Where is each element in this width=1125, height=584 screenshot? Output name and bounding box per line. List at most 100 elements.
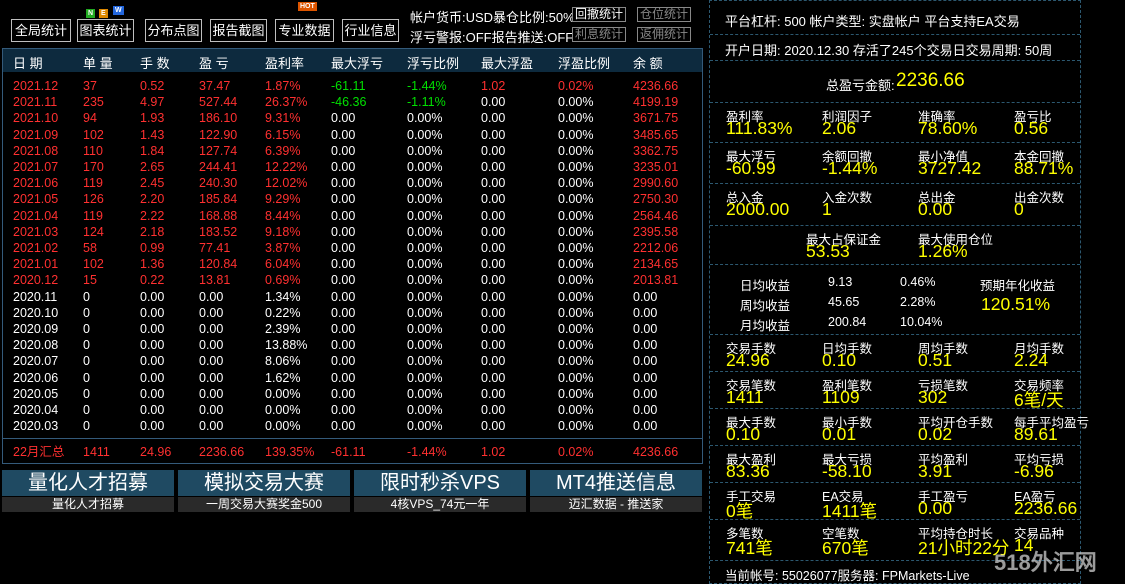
- table-cell: 0.00%: [558, 419, 594, 434]
- table-row[interactable]: 2021.06 119 2.45 240.30 12.02% 0.00 0.00% 0.00 0…: [3, 175, 702, 191]
- table-row[interactable]: 2021.02 58 0.99 77.41 3.87% 0.00 0.00% 0.00 0.00…: [3, 240, 702, 256]
- table-cell: 0.00%: [558, 273, 594, 288]
- table-cell: 240.30: [199, 176, 238, 191]
- table-cell: 0.00: [331, 208, 356, 223]
- table-cell: 0.00: [331, 273, 356, 288]
- table-cell: 0.00%: [265, 419, 301, 434]
- account-currency-line: 帐户货币:USD暴仓比例:50%: [410, 10, 575, 25]
- table-cell: 2021.05: [13, 192, 59, 207]
- avg-pl-per-lot-value: 89.61: [1014, 424, 1058, 444]
- column-header[interactable]: 手 数: [140, 53, 170, 72]
- table-cell: 0.00: [331, 257, 356, 272]
- table-row[interactable]: 2021.03 124 2.18 183.52 9.18% 0.00 0.00% 0.00 0.…: [3, 224, 702, 240]
- table-cell: 0.00: [331, 143, 356, 158]
- total-trades-value: 1411: [726, 387, 764, 407]
- table-row[interactable]: 2020.05 0 0.00 0.00 0.00% 0.00 0.00% 0.00 0.00% 0…: [3, 386, 702, 402]
- table-cell: -46.36: [331, 95, 367, 110]
- table-row[interactable]: 2020.04 0 0.00 0.00 0.00% 0.00 0.00% 0.00 0.00% 0…: [3, 402, 702, 418]
- table-cell: 102: [83, 127, 104, 142]
- column-header[interactable]: 浮盈比例: [558, 53, 610, 72]
- left-panel: 全局统计 图表统计 N E W 分布点图 报告截图 专业数据 HOT 行业信息 …: [0, 0, 706, 584]
- table-cell: 0.00: [199, 338, 224, 353]
- table-row[interactable]: 2020.07 0 0.00 0.00 8.06% 0.00 0.00% 0.00 0.00% 0…: [3, 353, 702, 369]
- long-trades-value: 741笔: [726, 538, 773, 558]
- distribution-chart-button[interactable]: 分布点图: [145, 19, 202, 42]
- industry-info-button[interactable]: 行业信息: [342, 19, 399, 42]
- table-row[interactable]: 2020.11 0 0.00 0.00 1.34% 0.00 0.00% 0.00 0.00% 0…: [3, 289, 702, 305]
- promo-vps[interactable]: 限时秒杀VPS 4核VPS_74元一年: [354, 470, 526, 512]
- table-row[interactable]: 2021.07 170 2.65 244.41 12.22% 0.00 0.00% 0.00 0…: [3, 159, 702, 175]
- table-row[interactable]: 2021.11 235 4.97 527.44 26.37% -46.36 -1.11% 0.…: [3, 94, 702, 110]
- table-cell: 4.97: [140, 95, 165, 110]
- table-row[interactable]: 2020.06 0 0.00 0.00 1.62% 0.00 0.00% 0.00 0.00% 0…: [3, 370, 702, 386]
- monthly-lots-value: 2.24: [1014, 350, 1049, 370]
- column-header[interactable]: 余 额: [633, 53, 663, 72]
- column-header[interactable]: 单 量: [83, 53, 113, 72]
- table-cell: 2212.06: [633, 241, 679, 255]
- table-row[interactable]: 2020.08 0 0.00 0.00 13.88% 0.00 0.00% 0.00 0.00%…: [3, 337, 702, 353]
- column-header[interactable]: 浮亏比例: [407, 53, 459, 72]
- report-screenshot-button[interactable]: 报告截图: [210, 19, 267, 42]
- table-cell: 0.00: [481, 111, 506, 126]
- table-cell: 0.00: [481, 127, 506, 142]
- column-header[interactable]: 日 期: [13, 53, 43, 72]
- total-pl-label: 总盈亏金额:: [826, 78, 895, 93]
- table-cell: 1.93: [140, 111, 165, 126]
- table-cell: 168.88: [199, 208, 238, 223]
- table-cell: 0.00%: [558, 208, 594, 223]
- table-cell: 2.18: [140, 224, 165, 239]
- pro-data-button[interactable]: 专业数据: [275, 19, 334, 42]
- table-row[interactable]: 2020.03 0 0.00 0.00 0.00% 0.00 0.00% 0.00 0.00% 0…: [3, 418, 702, 434]
- table-cell: 0.00%: [558, 95, 594, 110]
- table-cell: 0.00: [199, 419, 224, 434]
- max-loss-value: -58.10: [822, 461, 872, 481]
- promo-subtitle: 一周交易大赛奖金500: [178, 497, 350, 512]
- promo-talent[interactable]: 量化人才招募 量化人才招募: [2, 470, 174, 512]
- interest-stats-button[interactable]: 利息统计: [572, 27, 627, 42]
- table-cell: 0.00: [481, 419, 506, 434]
- table-cell: 0.00: [331, 241, 356, 255]
- table-row[interactable]: 2020.09 0 0.00 0.00 2.39% 0.00 0.00% 0.00 0.00% 0…: [3, 321, 702, 337]
- table-cell: 0.00%: [407, 354, 443, 369]
- global-stats-button[interactable]: 全局统计: [11, 19, 71, 42]
- table-cell: -61.11: [331, 79, 366, 93]
- withdraw-stats-button[interactable]: 回撤统计: [572, 7, 627, 22]
- stats-row-g6: 交易笔数 1411 盈利笔数 1109 亏损笔数 302 交易频率 6笔/天: [710, 372, 1080, 410]
- table-cell: 127.74: [199, 143, 238, 158]
- winning-trades-value: 1109: [822, 387, 860, 407]
- table-row[interactable]: 2021.01 102 1.36 120.84 6.04% 0.00 0.00% 0.00 0.…: [3, 256, 702, 272]
- table-cell: 15: [83, 273, 97, 288]
- table-cell: 0.00: [481, 224, 506, 239]
- table-row[interactable]: 2021.09 102 1.43 122.90 6.15% 0.00 0.00% 0.00 0.…: [3, 127, 702, 143]
- table-row[interactable]: 2021.04 119 2.22 168.88 8.44% 0.00 0.00% 0.00 0.…: [3, 208, 702, 224]
- table-cell: 0.00%: [558, 338, 594, 353]
- table-row[interactable]: 2021.10 94 1.93 186.10 9.31% 0.00 0.00% 0.00 0.0…: [3, 110, 702, 126]
- column-header[interactable]: 盈利率: [265, 53, 304, 72]
- table-cell: 0: [83, 305, 90, 320]
- table-cell: 0.00: [481, 386, 506, 401]
- table-cell: 0.00: [140, 338, 165, 353]
- table-cell: 0.00: [140, 289, 165, 304]
- promo-mt4-push[interactable]: MT4推送信息 迈汇数据 - 推送家: [530, 470, 702, 512]
- table-cell: 2021.02: [13, 241, 59, 255]
- stats-row-g4: 最大占保证金 53.53 最大使用仓位 1.26%: [710, 226, 1080, 265]
- table-row[interactable]: 2020.12 15 0.22 13.81 0.69% 0.00 0.00% 0.00 0.00…: [3, 272, 702, 288]
- column-header[interactable]: 盈 亏: [199, 53, 229, 72]
- manual-pl-value: 0.00: [918, 498, 953, 518]
- table-cell: 0.00%: [558, 386, 594, 401]
- rebate-stats-button[interactable]: 返佣统计: [637, 27, 692, 42]
- chart-stats-button[interactable]: 图表统计: [77, 19, 134, 42]
- table-cell: 0: [83, 403, 90, 417]
- column-header[interactable]: 最大浮盈: [481, 53, 533, 72]
- table-row[interactable]: 2021.05 126 2.20 185.84 9.29% 0.00 0.00% 0.00 0.…: [3, 191, 702, 207]
- table-row[interactable]: 2021.12 37 0.52 37.47 1.87% -61.11 -1.44% 1.02 0…: [3, 78, 702, 94]
- stats-row-g5: 交易手数 24.96 日均手数 0.10 周均手数 0.51 月均手数 2.24: [710, 335, 1080, 372]
- summary-cell: 22月汇总: [13, 445, 65, 459]
- promo-contest[interactable]: 模拟交易大赛 一周交易大赛奖金500: [178, 470, 350, 512]
- table-cell: 2020.06: [13, 370, 59, 385]
- table-cell: 0.00: [481, 403, 506, 417]
- position-stats-button[interactable]: 仓位统计: [637, 7, 692, 22]
- column-header[interactable]: 最大浮亏: [331, 53, 383, 72]
- table-row[interactable]: 2020.10 0 0.00 0.00 0.22% 0.00 0.00% 0.00 0.00% 0…: [3, 305, 702, 321]
- table-row[interactable]: 2021.08 110 1.84 127.74 6.39% 0.00 0.00% 0.00 0.…: [3, 143, 702, 159]
